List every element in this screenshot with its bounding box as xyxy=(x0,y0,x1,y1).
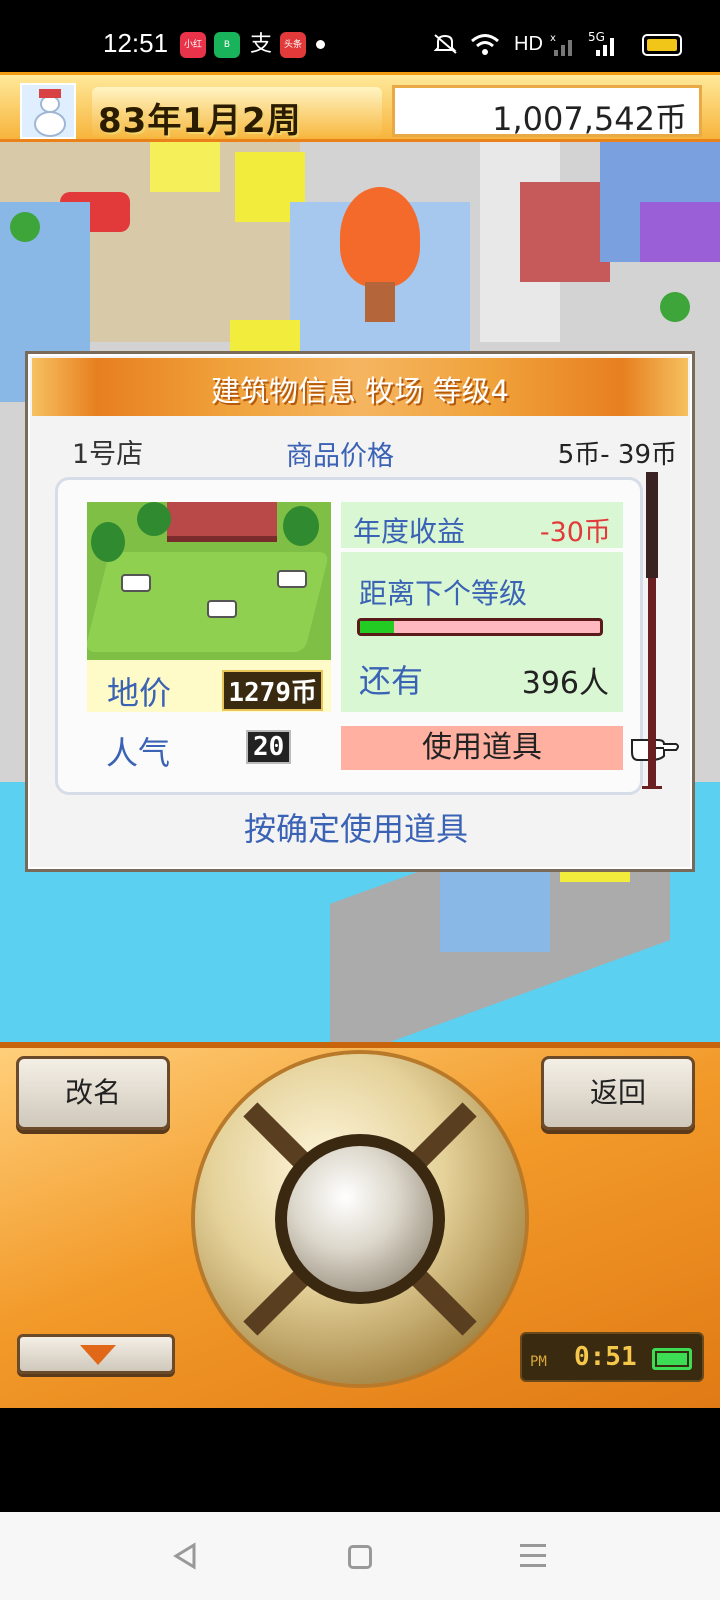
cow-icon xyxy=(121,574,151,592)
mute-icon xyxy=(433,34,457,54)
game-battery-icon xyxy=(652,1348,692,1370)
back-button[interactable]: 返回 xyxy=(541,1056,695,1130)
game-header: 83年1月2周 1,007,542币 xyxy=(0,72,720,142)
yellow-block-building xyxy=(150,142,220,192)
menu-down-button[interactable] xyxy=(17,1334,175,1374)
hot-air-balloon xyxy=(340,187,420,287)
signal-5g-icon xyxy=(596,38,614,56)
confirm-button[interactable] xyxy=(287,1146,433,1292)
wifi-icon xyxy=(471,34,499,55)
cow-icon xyxy=(207,600,237,618)
notification-dot-icon xyxy=(316,40,325,49)
progress-fill xyxy=(360,621,394,633)
battery-icon xyxy=(642,34,682,56)
product-price-range: 5币- 39币 xyxy=(557,440,677,470)
hint-text: 按确定使用道具 xyxy=(243,810,468,848)
remaining-value: 396人 xyxy=(521,666,609,701)
tree xyxy=(660,292,690,322)
status-indicators: HD x 5G xyxy=(432,30,692,60)
green-app-icon: B xyxy=(214,32,240,58)
dialog-title-bar: 建筑物信息 牧场 等级4 xyxy=(32,358,688,416)
clock-time: 0:51 xyxy=(574,1342,637,1372)
balloon-basket xyxy=(365,282,395,322)
letterbox-strip xyxy=(0,1408,720,1512)
tree xyxy=(10,212,40,242)
hd-label: HD xyxy=(514,33,543,55)
popularity-label: 人气 xyxy=(106,734,171,772)
back-triangle-icon[interactable] xyxy=(172,1542,198,1570)
menu-lines-icon[interactable] xyxy=(520,1544,546,1568)
info-panel: 地价 1279币 人气 20 年度收益 -30币 距离下个等级 还有 396人 … xyxy=(55,477,679,795)
next-level-label: 距离下个等级 xyxy=(359,577,528,610)
red-roof-building xyxy=(520,182,610,282)
home-square-icon[interactable] xyxy=(348,1545,372,1569)
remaining-label: 还有 xyxy=(359,662,424,700)
next-level-progress-bar xyxy=(357,618,603,636)
annual-revenue-label: 年度收益 xyxy=(353,515,466,548)
land-price-label: 地价 xyxy=(107,674,172,712)
building-info-dialog: 建筑物信息 牧场 等级4 1号店 商品价格 5币- 39币 地价 1279币 人… xyxy=(25,351,695,872)
clock-period: PM xyxy=(530,1354,547,1370)
alipay-icon: 支 xyxy=(249,32,272,57)
popularity-value: 20 xyxy=(246,730,292,764)
land-price-value: 1279币 xyxy=(222,670,323,711)
money-display: 1,007,542币 xyxy=(392,85,702,138)
status-time: 12:51 xyxy=(103,28,169,58)
system-nav-bar xyxy=(0,1512,720,1600)
shop-sign-building xyxy=(640,202,720,262)
scrollbar-end xyxy=(642,786,662,789)
annual-revenue-row: 年度收益 -30币 xyxy=(341,502,623,548)
snowman-avatar-icon[interactable] xyxy=(20,83,76,139)
dpad[interactable] xyxy=(195,1054,525,1384)
date-display: 83年1月2周 xyxy=(92,87,382,141)
dialog-title: 建筑物信息 牧场 等级4 xyxy=(211,374,509,408)
controller-panel: 改名 返回 PM 0:51 xyxy=(0,1042,720,1408)
svg-text:x: x xyxy=(550,33,556,44)
cow-icon xyxy=(277,570,307,588)
scrollbar-thumb[interactable] xyxy=(646,472,658,578)
land-price-row: 地价 1279币 xyxy=(87,660,331,712)
rename-button[interactable]: 改名 xyxy=(16,1056,170,1130)
game-date: 83年1月2周 xyxy=(98,101,302,141)
product-price-label: 商品价格 xyxy=(286,441,394,472)
down-arrow-icon xyxy=(80,1345,116,1365)
next-level-box: 距离下个等级 还有 396人 xyxy=(341,552,623,712)
use-item-button[interactable]: 使用道具 xyxy=(341,726,623,770)
ranch-image xyxy=(87,502,331,660)
toutiao-app-icon: 头条 xyxy=(280,32,306,58)
signal-x-icon: x xyxy=(550,33,572,56)
xiaohongshu-app-icon: 小红书 xyxy=(180,32,206,58)
game-clock: PM 0:51 xyxy=(520,1332,704,1382)
money-amount: 1,007,542币 xyxy=(492,100,687,138)
status-bar: 12:51 小红书 B 支 头条 HD x 5G xyxy=(0,0,720,72)
shop-name: 1号店 xyxy=(72,439,144,470)
barn-icon xyxy=(167,502,277,542)
annual-revenue-value: -30币 xyxy=(539,517,611,548)
